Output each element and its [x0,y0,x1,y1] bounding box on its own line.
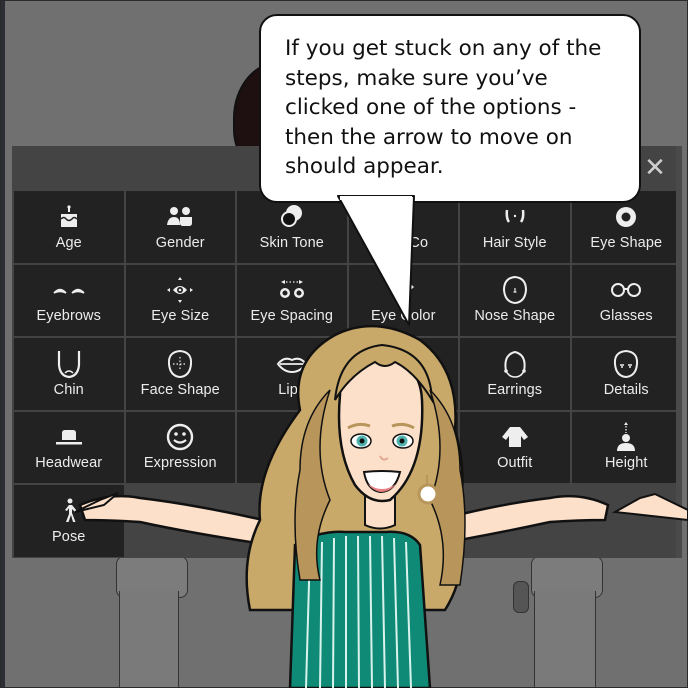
window-edge [1,1,5,687]
feature-option-label: Pose [52,528,86,545]
feature-option-label: Glasses [599,308,653,325]
feature-option-label: Face Shape [140,381,220,398]
feature-option-outfit[interactable]: Outfit [460,411,570,483]
height-icon [614,422,638,452]
earrings-icon [501,350,529,378]
speech-bubble-text: If you get stuck on any of the steps, ma… [285,36,602,179]
feature-option-lips[interactable]: Lips [237,338,347,410]
headwear-icon [54,423,84,451]
feature-option-gender[interactable]: Gender [125,191,235,263]
feature-option-eye-size[interactable]: Eye Size [125,264,235,336]
feature-option-headwear[interactable]: Headwear [14,411,124,483]
feature-option-pose[interactable]: Pose [14,485,124,557]
smiley-icon [165,423,195,451]
feature-option-label: Eyebrows [36,308,101,325]
chin-icon [55,350,83,378]
glasses-icon [610,276,642,304]
feature-option-age[interactable]: Age [14,191,124,263]
panel-scrollbar[interactable] [676,146,682,558]
feature-option-eye-spacing[interactable]: Eye Spacing [237,264,347,336]
background-figure-hand [513,581,529,613]
feature-option-details[interactable]: Details [571,338,681,410]
customization-panel: ✕ Age Gender Skin Tone Hair Co Hair Style Eye… [12,146,682,558]
walking-person-icon [58,497,80,525]
eye-size-icon [165,276,195,304]
feature-option-label: Skin Tone [259,234,324,251]
feature-option-label: Expression [143,455,217,472]
feature-option-label: Details [603,381,649,398]
feature-option-label: Eye Size [151,308,210,325]
nose-shape-icon [501,276,529,305]
feature-option-label: Chin [53,381,84,398]
eye-color-icon [389,276,417,304]
feature-option-hidden[interactable] [348,411,458,483]
scrollbar-thumb[interactable] [676,146,682,558]
feature-option-height[interactable]: Height [571,411,681,483]
wheelchair-icon [278,423,306,451]
details-icon [612,349,640,378]
cake-icon [56,203,82,231]
face-shape-icon [166,349,194,378]
feature-option-face-shape[interactable]: Face Shape [125,338,235,410]
close-button[interactable]: ✕ [640,152,670,182]
eyebrows-icon [52,276,86,304]
speech-bubble: If you get stuck on any of the steps, ma… [259,14,641,203]
background-figure-right-legs [534,591,596,687]
feature-option-eyebrows[interactable]: Eyebrows [14,264,124,336]
eye-shape-icon [613,203,639,231]
feature-option-glasses[interactable]: Glasses [571,264,681,336]
feature-option-label: Headwear [35,455,103,472]
feature-option-label: Outfit [497,455,533,472]
hair-color-icon [390,203,416,231]
close-icon: ✕ [644,152,666,182]
feature-option-wheel[interactable]: Wheel [237,411,347,483]
feature-option-hidden[interactable] [348,338,458,410]
feature-option-expression[interactable]: Expression [125,411,235,483]
feature-grid: Age Gender Skin Tone Hair Co Hair Style Eye S… [14,191,681,557]
eye-spacing-icon [277,276,307,304]
feature-option-label: Gender [155,234,205,251]
lips-icon [276,350,308,378]
shirt-icon [500,423,530,451]
skin-tone-icon [279,203,305,231]
feature-option-nose-shape[interactable]: Nose Shape [460,264,570,336]
feature-option-label: Age [55,234,82,251]
background-figure-left-legs [119,591,179,687]
feature-option-earrings[interactable]: Earrings [460,338,570,410]
feature-option-label: Lips [278,381,306,398]
feature-option-label: Height [604,455,648,472]
feature-option-label: Hair Style [482,234,547,251]
feature-option-eye-co-lor[interactable]: Eye Co‌lor [348,264,458,336]
feature-option-label: Hair Co [378,234,429,251]
feature-option-label: Earrings [487,381,543,398]
feature-option-label: Eye Spacing [250,308,333,325]
feature-option-label: Eye Co‌lor [370,308,436,325]
feature-option-chin[interactable]: Chin [14,338,124,410]
hair-style-icon [502,203,528,231]
feature-option-label: Nose Shape [474,308,556,325]
people-icon [165,203,195,231]
feature-option-label: Wheel [270,455,313,472]
feature-option-label: Eye Shape [590,234,663,251]
